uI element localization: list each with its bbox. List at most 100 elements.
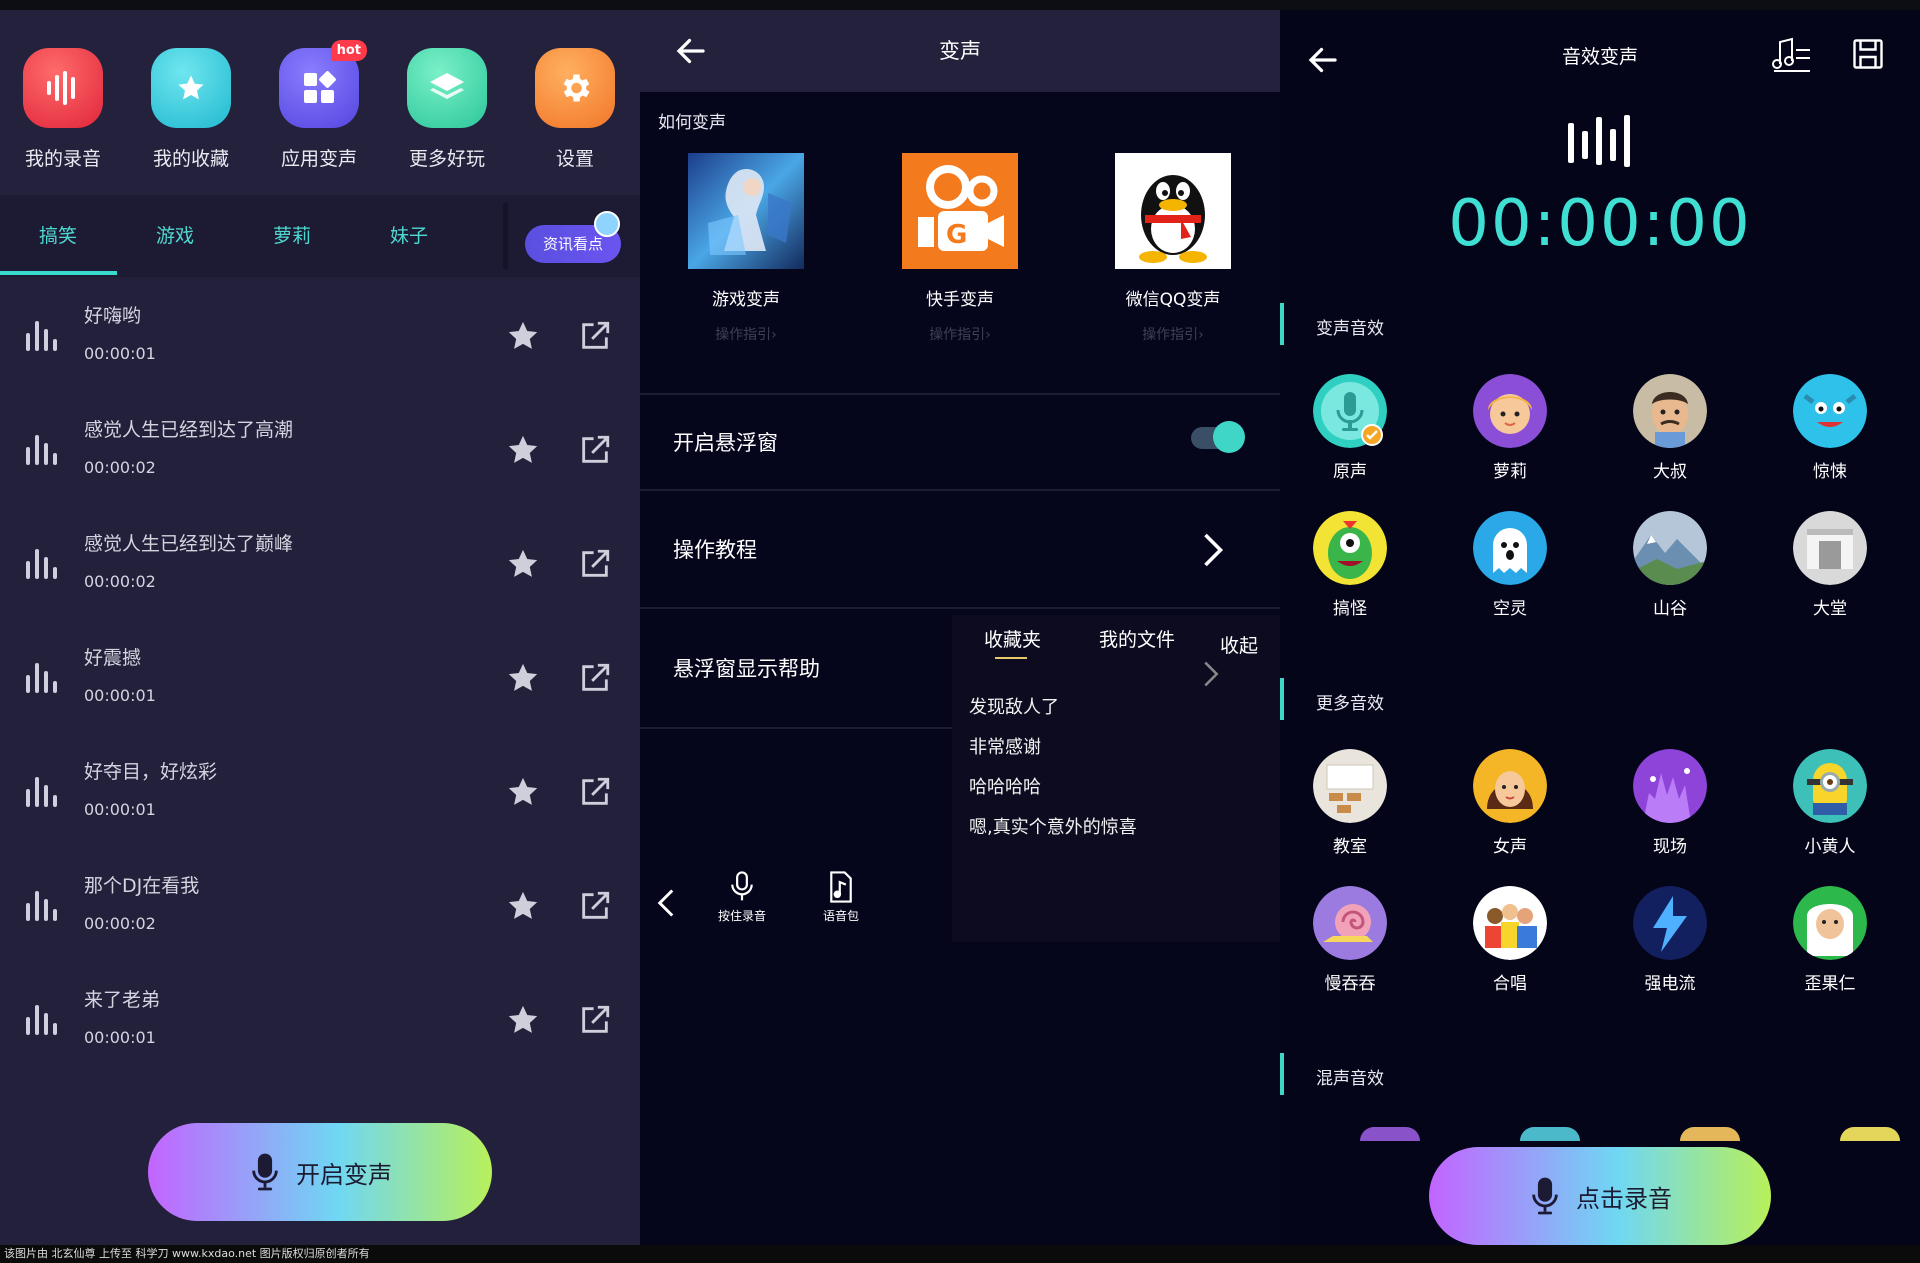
tutorial-row[interactable]: 操作教程 bbox=[640, 489, 1280, 607]
effect-label: 萝莉 bbox=[1493, 462, 1527, 482]
share-icon[interactable] bbox=[578, 1003, 612, 1037]
recording-title: 好嗨哟 bbox=[84, 305, 142, 327]
woman-avatar-icon bbox=[1473, 749, 1547, 823]
section-title-voice: 变声音效 bbox=[1316, 319, 1384, 339]
share-icon[interactable] bbox=[578, 661, 612, 695]
page-title: 音效变声 bbox=[1561, 46, 1638, 68]
effect-lightning[interactable]: 强电流 bbox=[1610, 886, 1730, 994]
shortcut-label: 我的录音 bbox=[24, 148, 101, 170]
recording-row[interactable]: 感觉人生已经到达了高潮 00:00:02 bbox=[0, 391, 640, 505]
section-marker bbox=[1280, 678, 1284, 720]
star-icon[interactable] bbox=[506, 319, 540, 353]
effect-green-monster[interactable]: 搞怪 bbox=[1290, 511, 1410, 619]
record-button[interactable]: 点击录音 bbox=[1429, 1147, 1771, 1245]
mix-effect-peek bbox=[1680, 1127, 1740, 1141]
section-title-mix: 混声音效 bbox=[1316, 1069, 1384, 1089]
effect-choir[interactable]: 合唱 bbox=[1450, 886, 1570, 994]
popup-item[interactable]: 发现敌人了 bbox=[969, 693, 1059, 719]
uncle-avatar-icon bbox=[1633, 374, 1707, 448]
hold-record-tool[interactable]: 按住录音 bbox=[718, 870, 766, 924]
shortcut-settings[interactable]: 设置 bbox=[520, 48, 630, 171]
shortcut-app-voice[interactable]: hot 应用变声 bbox=[264, 40, 374, 171]
recording-duration: 00:00:02 bbox=[84, 458, 156, 477]
guide-link[interactable]: 操作指引› bbox=[880, 324, 1040, 344]
effect-uncle-avatar[interactable]: 大叔 bbox=[1610, 374, 1730, 482]
star-icon[interactable] bbox=[506, 661, 540, 695]
share-icon[interactable] bbox=[578, 433, 612, 467]
effect-valley[interactable]: 山谷 bbox=[1610, 511, 1730, 619]
voice-pack-tool[interactable]: 语音包 bbox=[823, 870, 859, 924]
effect-foreigner[interactable]: 歪果仁 bbox=[1770, 886, 1890, 994]
ghost-icon bbox=[1473, 511, 1547, 585]
guide-link[interactable]: 操作指引› bbox=[666, 324, 826, 344]
monster-icon bbox=[1793, 374, 1867, 448]
popup-item[interactable]: 哈哈哈哈 bbox=[969, 773, 1041, 799]
snail-icon bbox=[1313, 886, 1387, 960]
minion-icon bbox=[1793, 749, 1867, 823]
guide-link[interactable]: 操作指引› bbox=[1093, 324, 1253, 344]
effect-snail[interactable]: 慢吞吞 bbox=[1290, 886, 1410, 994]
effect-label: 小黄人 bbox=[1804, 837, 1856, 857]
recording-row[interactable]: 好嗨哟 00:00:01 bbox=[0, 277, 640, 391]
shortcut-more-fun[interactable]: 更多好玩 bbox=[392, 48, 502, 171]
recording-row[interactable]: 来了老弟 00:00:01 bbox=[0, 961, 640, 1075]
float-window-toggle[interactable] bbox=[1191, 421, 1245, 453]
star-icon[interactable] bbox=[506, 1003, 540, 1037]
star-icon[interactable] bbox=[506, 889, 540, 923]
effect-girl-avatar[interactable]: 萝莉 bbox=[1450, 374, 1570, 482]
effect-monster[interactable]: 惊悚 bbox=[1770, 374, 1890, 482]
tab-girl[interactable]: 妹子 bbox=[354, 195, 464, 277]
start-voice-change-button[interactable]: 开启变声 bbox=[148, 1123, 492, 1221]
music-list-icon[interactable] bbox=[1770, 36, 1812, 74]
recording-row[interactable]: 好震撼 00:00:01 bbox=[0, 619, 640, 733]
effect-label: 空灵 bbox=[1493, 599, 1527, 619]
recording-duration: 00:00:01 bbox=[84, 686, 156, 705]
guide-qq[interactable]: 微信QQ变声 操作指引› bbox=[1093, 153, 1253, 344]
record-button-label: 点击录音 bbox=[1576, 1184, 1672, 1213]
popup-item[interactable]: 非常感谢 bbox=[969, 733, 1041, 759]
float-window-popup: 收藏夹 我的文件 收起 发现敌人了 非常感谢 哈哈哈哈 嗯,真实个意外的惊喜 bbox=[952, 615, 1280, 942]
mix-effect-peek bbox=[1520, 1127, 1580, 1141]
guide-game[interactable]: 游戏变声 操作指引› bbox=[666, 153, 826, 344]
effect-ghost[interactable]: 空灵 bbox=[1450, 511, 1570, 619]
effect-label: 原声 bbox=[1333, 462, 1367, 482]
tab-loli[interactable]: 萝莉 bbox=[237, 195, 347, 277]
effect-minion[interactable]: 小黄人 bbox=[1770, 749, 1890, 857]
waveform-icon bbox=[1568, 115, 1630, 167]
guide-name: 游戏变声 bbox=[712, 290, 780, 310]
recording-row[interactable]: 那个DJ在看我 00:00:02 bbox=[0, 847, 640, 961]
effect-woman-avatar[interactable]: 女声 bbox=[1450, 749, 1570, 857]
effect-label: 合唱 bbox=[1493, 974, 1527, 994]
guide-kuaishou[interactable]: G 快手变声 操作指引› bbox=[880, 153, 1040, 344]
effect-hall[interactable]: 大堂 bbox=[1770, 511, 1890, 619]
tab-game[interactable]: 游戏 bbox=[120, 195, 230, 277]
star-icon[interactable] bbox=[506, 547, 540, 581]
popup-tab-my-files[interactable]: 我的文件 bbox=[1099, 625, 1175, 652]
shortcut-my-recordings[interactable]: 我的录音 bbox=[8, 48, 118, 171]
recording-row[interactable]: 好夺目，好炫彩 00:00:01 bbox=[0, 733, 640, 847]
float-window-row[interactable]: 开启悬浮窗 bbox=[640, 393, 1280, 489]
effect-concert[interactable]: 现场 bbox=[1610, 749, 1730, 857]
save-icon[interactable] bbox=[1850, 36, 1886, 72]
share-icon[interactable] bbox=[578, 319, 612, 353]
game-art-icon bbox=[688, 153, 804, 269]
share-icon[interactable] bbox=[578, 889, 612, 923]
shortcut-my-favorites[interactable]: 我的收藏 bbox=[136, 48, 246, 171]
waveform-icon bbox=[26, 661, 57, 693]
star-icon[interactable] bbox=[506, 775, 540, 809]
music-file-icon bbox=[830, 871, 852, 903]
effect-classroom[interactable]: 教室 bbox=[1290, 749, 1410, 857]
float-help-label: 悬浮窗显示帮助 bbox=[673, 657, 820, 681]
share-icon[interactable] bbox=[578, 547, 612, 581]
tab-funny[interactable]: 搞笑 bbox=[3, 195, 113, 277]
star-icon[interactable] bbox=[506, 433, 540, 467]
chevron-left-icon[interactable] bbox=[656, 888, 676, 918]
share-icon[interactable] bbox=[578, 775, 612, 809]
recording-row[interactable]: 感觉人生已经到达了巅峰 00:00:02 bbox=[0, 505, 640, 619]
effect-microphone[interactable]: 原声 bbox=[1290, 374, 1410, 482]
guide-name: 微信QQ变声 bbox=[1125, 290, 1221, 310]
popup-collapse[interactable]: 收起 bbox=[1220, 631, 1258, 658]
popup-tab-favorites[interactable]: 收藏夹 bbox=[984, 625, 1041, 652]
popup-item[interactable]: 嗯,真实个意外的惊喜 bbox=[969, 813, 1137, 839]
voice-pack-label: 语音包 bbox=[823, 909, 860, 923]
